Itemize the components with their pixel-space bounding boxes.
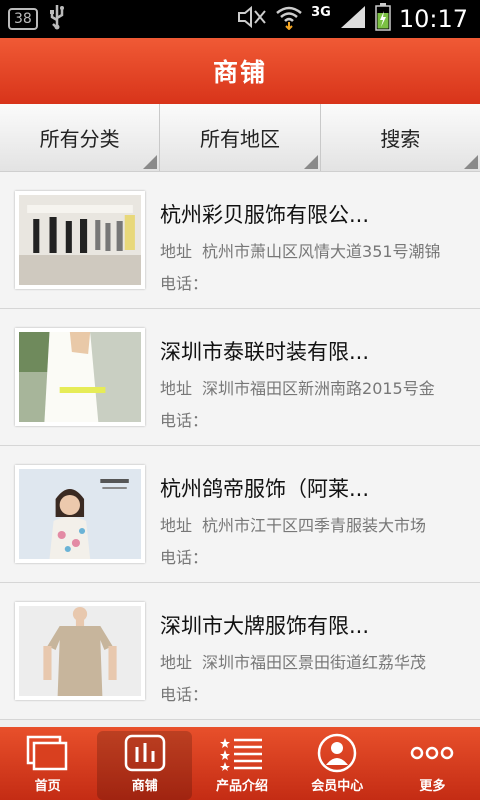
dropdown-corner-icon [303, 155, 318, 169]
shop-phone: 电话： [160, 685, 209, 704]
dropdown-corner-icon [463, 155, 478, 169]
shop-list[interactable]: 杭州彩贝服饰有限公... 地址 杭州市萧山区风情大道351号潮锦 电话： 深圳市泰… [0, 172, 480, 727]
list-item[interactable]: 杭州鸽帝服饰（阿莱... 地址 杭州市江干区四季青服装大市场 电话： [0, 446, 480, 583]
filter-label: 所有地区 [199, 127, 280, 151]
wifi-icon [275, 4, 303, 34]
shop-name: 杭州鸽帝服饰（阿莱... [160, 477, 370, 501]
mute-icon [237, 5, 267, 33]
signal-icon [339, 4, 367, 34]
brand-model-icon [15, 465, 145, 563]
search-button[interactable]: 搜索 [321, 104, 480, 171]
shop-icon [123, 733, 167, 773]
list-item[interactable]: 深圳市泰联时装有限... 地址 深圳市福田区新洲南路2015号金 电话： [0, 309, 480, 446]
address-value: 杭州市萧山区风情大道351号潮锦 [202, 242, 441, 261]
filter-bar: 所有分类 所有地区 搜索 [0, 104, 480, 172]
nav-home[interactable]: 首页 [0, 727, 95, 800]
address-value: 杭州市江干区四季青服装大市场 [202, 516, 427, 535]
page-title: 商铺 [212, 58, 267, 87]
bottom-nav: 首页 商铺 产品介绍 会员中心 更多 [0, 727, 480, 800]
shop-address: 地址 杭州市江干区四季青服装大市场 [160, 512, 470, 536]
list-item[interactable]: 杭州彩贝服饰有限公... 地址 杭州市萧山区风情大道351号潮锦 电话： [0, 172, 480, 309]
network-type: 3G [311, 4, 331, 20]
nav-member[interactable]: 会员中心 [290, 727, 385, 800]
usb-icon [48, 4, 66, 34]
store-interior-icon [15, 191, 145, 289]
address-value: 深圳市福田区景田街道红荔华茂 [202, 653, 427, 672]
shop-name: 深圳市大牌服饰有限... [160, 614, 370, 638]
shop-phone: 电话： [160, 548, 209, 567]
member-icon [315, 733, 359, 773]
battery-icon [375, 3, 391, 35]
address-label: 地址 [160, 379, 193, 398]
list-item[interactable]: 深圳市大牌服饰有限... 地址 深圳市福田区景田街道红荔华茂 电话： [0, 583, 480, 720]
shop-name: 深圳市泰联时装有限... [160, 340, 370, 364]
shop-phone: 电话： [160, 274, 209, 293]
address-label: 地址 [160, 516, 193, 535]
nav-label: 商铺 [131, 779, 158, 794]
nav-label: 产品介绍 [216, 779, 269, 794]
nav-products[interactable]: 产品介绍 [194, 727, 289, 800]
nav-shop[interactable]: 商铺 [97, 731, 193, 800]
address-label: 地址 [160, 242, 193, 261]
shop-name: 杭州彩贝服饰有限公... [160, 203, 370, 227]
status-bar: 38 3G 10:17 [0, 0, 480, 38]
product-list-icon [220, 733, 264, 773]
shop-address: 地址 杭州市萧山区风情大道351号潮锦 [160, 238, 470, 262]
address-label: 地址 [160, 653, 193, 672]
filter-label: 所有分类 [39, 127, 120, 151]
fashion-photo-icon [15, 328, 145, 426]
notification-badge: 38 [8, 8, 38, 30]
dropdown-corner-icon [143, 155, 158, 169]
model-dress-icon [15, 602, 145, 700]
shop-phone: 电话： [160, 411, 209, 430]
title-bar: 商铺 [0, 38, 480, 104]
nav-more[interactable]: 更多 [385, 727, 480, 800]
category-filter-button[interactable]: 所有分类 [0, 104, 161, 171]
address-value: 深圳市福田区新洲南路2015号金 [202, 379, 435, 398]
more-icon [410, 733, 454, 773]
shop-address: 地址 深圳市福田区景田街道红荔华茂 [160, 649, 470, 673]
region-filter-button[interactable]: 所有地区 [160, 104, 321, 171]
filter-label: 搜索 [380, 127, 421, 151]
nav-label: 更多 [419, 779, 446, 794]
home-icon [26, 733, 70, 773]
clock: 10:17 [398, 5, 468, 33]
shop-address: 地址 深圳市福田区新洲南路2015号金 [160, 375, 470, 399]
nav-label: 会员中心 [311, 779, 364, 794]
nav-label: 首页 [34, 779, 61, 794]
